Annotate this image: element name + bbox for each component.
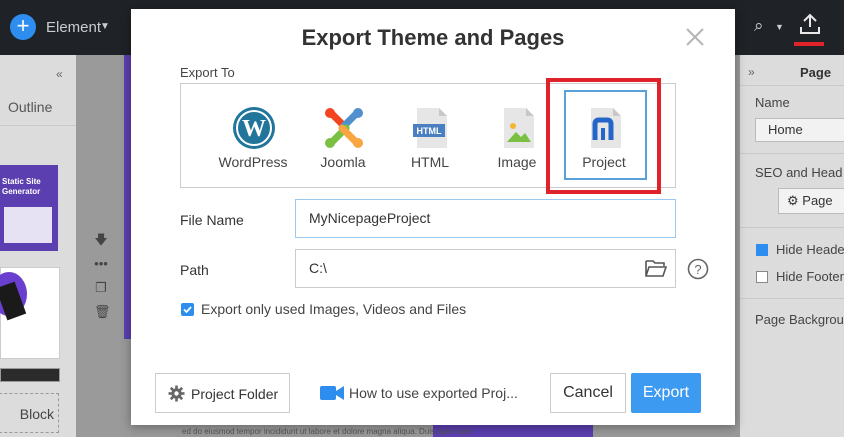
file-name-input[interactable]: MyNicepageProject	[295, 199, 676, 238]
panel-title: Page	[800, 65, 832, 80]
divider	[740, 85, 844, 86]
folder-open-icon[interactable]	[645, 259, 667, 277]
thumbnail-grid	[4, 207, 52, 243]
target-html[interactable]: HTML HTML	[390, 84, 470, 189]
divider	[0, 125, 76, 126]
target-image[interactable]: Image	[477, 84, 557, 189]
duplicate-icon[interactable]: ❐	[94, 276, 108, 300]
target-wordpress[interactable]: W WordPress	[213, 84, 293, 189]
target-joomla[interactable]: Joomla	[303, 84, 383, 189]
how-to-use-link[interactable]: How to use exported Proj...	[349, 385, 518, 401]
hide-header-checkbox[interactable]	[756, 244, 768, 256]
cancel-button[interactable]: Cancel	[550, 373, 626, 413]
right-panel: » Page Name Home SEO and Head ⚙ Page Hid…	[740, 55, 844, 437]
delete-icon[interactable]: 🗑	[94, 300, 111, 324]
export-used-only-checkbox[interactable]	[181, 303, 194, 316]
file-name-label: File Name	[180, 212, 244, 228]
html-file-icon: HTML	[413, 108, 447, 148]
divider	[740, 227, 844, 228]
left-panel: « Outline Static Site Generator Block	[0, 55, 76, 437]
hide-footer-label: Hide Footer	[776, 269, 844, 284]
divider	[740, 298, 844, 299]
collapse-right-icon[interactable]: »	[748, 65, 755, 79]
collapse-left-icon[interactable]: «	[56, 67, 63, 81]
active-indicator	[794, 42, 824, 46]
close-icon[interactable]	[684, 26, 706, 48]
page-settings-label: Page	[802, 193, 833, 208]
dialog-title: Export Theme and Pages	[301, 25, 565, 50]
project-folder-button[interactable]: Project Folder	[155, 373, 290, 413]
page-name-input[interactable]: Home	[755, 118, 844, 142]
outline-tab[interactable]: Outline	[8, 99, 52, 115]
export-dialog: Export Theme and Pages Export To W WordP…	[131, 9, 735, 425]
chevron-down-icon: ▼	[775, 22, 784, 32]
video-camera-icon[interactable]	[320, 385, 344, 401]
preview-icon[interactable]: ⌕	[754, 16, 764, 36]
chevron-down-icon: ▼	[100, 21, 110, 32]
move-down-icon[interactable]: 🡇	[94, 228, 108, 252]
name-label: Name	[755, 95, 790, 110]
path-input[interactable]: C:\	[295, 249, 676, 288]
project-folder-label: Project Folder	[191, 386, 279, 402]
help-icon[interactable]: ?	[687, 258, 709, 280]
svg-text:W: W	[242, 116, 266, 142]
divider	[740, 153, 844, 154]
export-to-label: Export To	[180, 65, 235, 80]
hide-header-label: Hide Header	[776, 242, 844, 257]
add-element-icon[interactable]: +	[10, 14, 36, 40]
page-settings-button[interactable]: ⚙ Page	[778, 188, 844, 214]
page-background-label: Page Background	[755, 312, 844, 327]
svg-text:HTML: HTML	[417, 126, 442, 136]
wordpress-icon: W	[233, 107, 275, 149]
seo-label: SEO and Head	[755, 165, 843, 180]
hide-footer-checkbox[interactable]	[756, 271, 768, 283]
thumbnail-text: Static Site Generator	[2, 177, 41, 196]
export-used-only-label: Export only used Images, Videos and File…	[201, 301, 467, 317]
gear-icon	[168, 385, 185, 402]
element-menu[interactable]: Element	[46, 19, 101, 36]
target-label: Image	[497, 154, 537, 170]
export-upload-icon[interactable]	[798, 12, 822, 36]
block-thumbnail[interactable]: Static Site Generator	[0, 165, 58, 251]
more-icon[interactable]: •••	[94, 252, 108, 276]
block-thumbnail[interactable]	[0, 368, 60, 382]
target-label: HTML	[410, 154, 450, 170]
target-label: Joomla	[320, 154, 366, 170]
path-label: Path	[180, 262, 209, 278]
image-file-icon	[504, 108, 534, 148]
svg-text:?: ?	[694, 262, 701, 277]
highlight-annotation	[546, 78, 661, 194]
add-block-button[interactable]: Block	[0, 393, 59, 433]
block-thumbnail[interactable]	[0, 267, 60, 359]
target-label: WordPress	[218, 154, 288, 170]
export-button[interactable]: Export	[631, 373, 701, 413]
checkmark-icon	[183, 306, 192, 314]
block-tools: 🡇 ••• ❐ 🗑	[94, 228, 111, 324]
page-text: ed do eiusmod tempor incididunt ut labor…	[182, 427, 472, 436]
joomla-icon	[325, 108, 363, 148]
